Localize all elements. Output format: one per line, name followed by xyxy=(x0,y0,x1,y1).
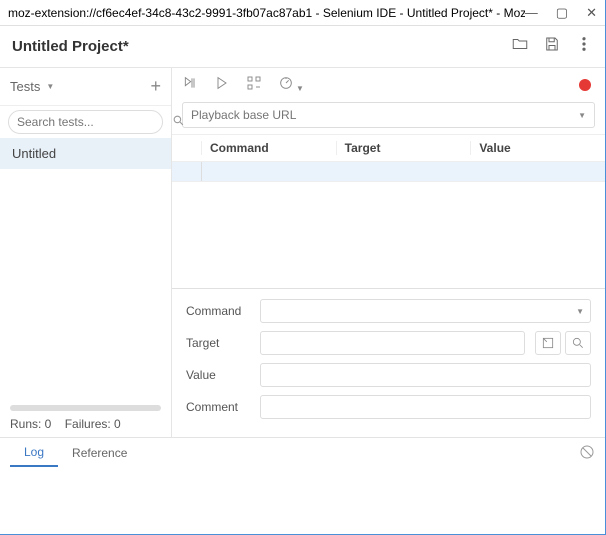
step-icon[interactable] xyxy=(246,75,262,96)
more-menu-icon[interactable] xyxy=(575,35,593,58)
row-handle[interactable] xyxy=(172,162,202,181)
window-controls: — ▢ ✕ xyxy=(525,5,597,21)
value-label: Value xyxy=(186,368,250,382)
comment-input[interactable] xyxy=(267,400,584,414)
sidebar-footer: Runs: 0 Failures: 0 xyxy=(10,405,161,431)
target-header: Target xyxy=(336,141,471,155)
command-header: Command xyxy=(202,141,336,155)
value-input[interactable] xyxy=(267,368,584,382)
project-actions xyxy=(511,35,593,58)
playback-toolbar: ▼ xyxy=(172,68,605,102)
clear-log-button[interactable] xyxy=(579,444,595,463)
tests-header: Tests ▼ + xyxy=(0,68,171,106)
table-row[interactable] xyxy=(172,162,605,182)
base-url-row: ▼ xyxy=(182,102,595,128)
record-button[interactable] xyxy=(579,79,591,91)
chevron-down-icon: ▼ xyxy=(46,82,54,91)
tab-reference[interactable]: Reference xyxy=(58,440,141,466)
comment-label: Comment xyxy=(186,400,250,414)
minimize-icon[interactable]: — xyxy=(525,5,538,21)
table-body xyxy=(172,182,605,288)
comment-field[interactable] xyxy=(260,395,591,419)
command-input[interactable] xyxy=(267,304,576,318)
select-target-button[interactable] xyxy=(535,331,561,355)
add-test-button[interactable]: + xyxy=(150,76,161,97)
maximize-icon[interactable]: ▢ xyxy=(556,5,568,21)
tests-sidebar: Tests ▼ + Untitled Runs: 0 Failures: 0 xyxy=(0,68,172,437)
tab-log[interactable]: Log xyxy=(10,439,58,467)
command-form: Command ▼ Target Value Comment xyxy=(172,288,605,437)
value-header: Value xyxy=(470,141,605,155)
window-titlebar: moz-extension://cf6ec4ef-34c8-43c2-9991-… xyxy=(0,0,605,26)
editor-pane: ▼ ▼ Command Target Value Command ▼ xyxy=(172,68,605,437)
tests-label: Tests xyxy=(10,79,40,94)
command-table-header: Command Target Value xyxy=(172,134,605,162)
base-url-field[interactable]: ▼ xyxy=(182,102,595,128)
runs-count: Runs: 0 xyxy=(10,417,51,431)
command-label: Command xyxy=(186,304,250,318)
target-field[interactable] xyxy=(260,331,525,355)
window-title: moz-extension://cf6ec4ef-34c8-43c2-9991-… xyxy=(8,6,525,20)
close-icon[interactable]: ✕ xyxy=(586,5,597,21)
row-handle-header xyxy=(172,141,202,155)
chevron-down-icon[interactable]: ▼ xyxy=(576,307,584,316)
search-icon xyxy=(172,114,185,130)
project-bar: Untitled Project* xyxy=(0,26,605,68)
command-field[interactable]: ▼ xyxy=(260,299,591,323)
failures-count: Failures: 0 xyxy=(65,417,121,431)
base-url-input[interactable] xyxy=(191,108,576,122)
main-area: Tests ▼ + Untitled Runs: 0 Failures: 0 ▼ xyxy=(0,68,605,438)
run-current-icon[interactable] xyxy=(214,75,230,96)
target-label: Target xyxy=(186,336,250,350)
search-tests[interactable] xyxy=(8,110,163,134)
run-all-icon[interactable] xyxy=(182,75,198,96)
chevron-down-icon[interactable]: ▼ xyxy=(578,111,586,120)
target-input[interactable] xyxy=(267,336,518,350)
project-title: Untitled Project* xyxy=(12,38,511,55)
search-input[interactable] xyxy=(17,115,172,129)
sidebar-scrollbar[interactable] xyxy=(10,405,161,411)
open-folder-icon[interactable] xyxy=(511,35,529,58)
bottom-tabs: Log Reference xyxy=(0,438,605,468)
find-target-button[interactable] xyxy=(565,331,591,355)
value-field[interactable] xyxy=(260,363,591,387)
save-icon[interactable] xyxy=(543,35,561,58)
speed-icon[interactable]: ▼ xyxy=(278,75,304,96)
tests-dropdown[interactable]: Tests ▼ xyxy=(10,79,150,94)
test-item[interactable]: Untitled xyxy=(0,138,171,169)
